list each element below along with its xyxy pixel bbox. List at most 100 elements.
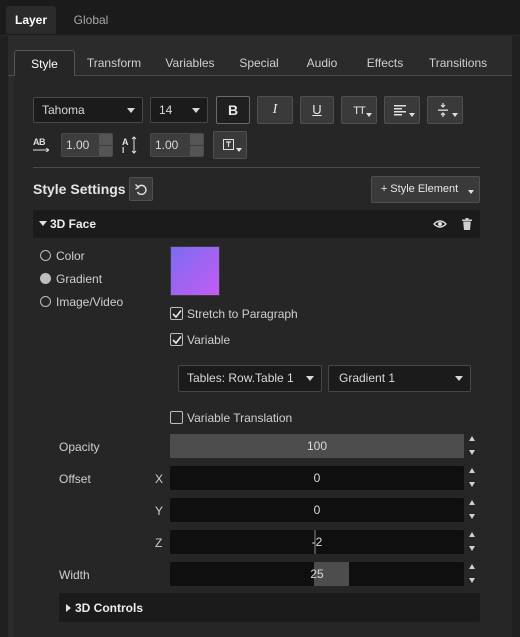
tab-audio[interactable]: Audio — [298, 50, 346, 76]
offset-label: Offset — [59, 472, 91, 486]
stretch-to-paragraph-checkbox[interactable] — [170, 307, 183, 320]
chevron-down-icon — [236, 148, 242, 152]
chevron-down-icon — [409, 113, 415, 117]
width-label: Width — [59, 568, 90, 582]
underline-button[interactable]: U — [300, 96, 334, 124]
arrow-down-icon[interactable] — [469, 450, 475, 455]
offset-y-label: Y — [155, 504, 164, 518]
italic-button[interactable]: I — [257, 96, 293, 124]
text-size-icon: TT — [353, 105, 365, 117]
tab-special[interactable]: Special — [232, 50, 286, 76]
radio-image-video-label: Image/Video — [56, 295, 124, 309]
arrow-up-icon[interactable] — [469, 532, 475, 537]
align-left-icon — [394, 105, 406, 116]
svg-text:I: I — [122, 146, 124, 154]
offset-y-input[interactable]: 0 — [170, 498, 464, 522]
width-value: 25 — [310, 567, 324, 581]
checkmark-icon — [172, 310, 182, 319]
tab-layer[interactable]: Layer — [6, 6, 56, 34]
arrow-up-icon[interactable] — [469, 500, 475, 505]
chevron-down-icon — [468, 190, 474, 194]
opacity-slider[interactable]: 100 — [170, 434, 464, 458]
kerning-icon: AB — [33, 137, 51, 153]
offset-y-value: 0 — [313, 503, 321, 517]
expand-right-icon[interactable] — [66, 604, 71, 612]
gradient-select-dropdown[interactable]: Gradient 1 — [328, 365, 471, 392]
offset-y-spinner[interactable] — [469, 500, 475, 520]
chevron-down-icon — [192, 108, 200, 113]
kerning-decrement[interactable] — [99, 146, 112, 156]
chevron-down-icon — [127, 108, 135, 113]
offset-x-label: X — [155, 472, 164, 486]
leading-decrement[interactable] — [190, 146, 203, 156]
gradient-swatch[interactable] — [170, 246, 220, 296]
checkmark-icon — [172, 336, 182, 345]
reset-style-button[interactable] — [129, 177, 153, 201]
font-size-dropdown[interactable]: 14 — [150, 97, 208, 123]
opacity-spinner[interactable] — [469, 436, 475, 456]
font-family-dropdown[interactable]: Tahoma — [33, 97, 143, 123]
opacity-label: Opacity — [59, 440, 100, 454]
chevron-down-icon — [455, 376, 463, 381]
arrow-down-icon[interactable] — [469, 514, 475, 519]
gradient-select-value: Gradient 1 — [339, 371, 396, 385]
style-settings-title: Style Settings — [33, 181, 126, 197]
chevron-down-icon — [452, 113, 458, 117]
vertical-center-icon — [438, 103, 448, 117]
radio-gradient[interactable] — [40, 273, 51, 284]
kerning-increment[interactable] — [99, 134, 112, 145]
offset-x-spinner[interactable] — [469, 468, 475, 488]
text-box-button[interactable] — [213, 131, 247, 159]
add-style-element-button[interactable]: + Style Element — [371, 176, 480, 203]
tab-style[interactable]: Style — [14, 50, 75, 77]
offset-z-input[interactable]: -2 — [170, 530, 464, 554]
tab-variables[interactable]: Variables — [156, 50, 224, 76]
font-size-value: 14 — [159, 103, 173, 117]
chevron-down-icon — [306, 376, 314, 381]
add-style-element-label: + Style Element — [380, 183, 459, 195]
leading-icon: AI — [122, 136, 137, 154]
width-slider[interactable]: 25 — [170, 562, 464, 586]
tab-transform[interactable]: Transform — [78, 50, 150, 76]
face-section-title: 3D Face — [50, 217, 97, 231]
table-source-value: Tables: Row.Table 1 — [187, 371, 294, 385]
width-spinner[interactable] — [469, 564, 475, 584]
text-box-icon — [223, 139, 234, 150]
trash-icon[interactable] — [462, 218, 472, 230]
chevron-down-icon — [366, 113, 372, 117]
radio-color-label: Color — [56, 249, 85, 263]
variable-checkbox[interactable] — [170, 333, 183, 346]
variable-translation-checkbox[interactable] — [170, 411, 183, 424]
offset-z-value: -2 — [311, 535, 323, 549]
font-family-value: Tahoma — [42, 103, 85, 117]
stretch-to-paragraph-label: Stretch to Paragraph — [187, 307, 298, 321]
arrow-down-icon[interactable] — [469, 482, 475, 487]
face-section-header[interactable] — [33, 210, 480, 238]
radio-image-video[interactable] — [40, 296, 51, 307]
radio-color[interactable] — [40, 250, 51, 261]
arrow-up-icon[interactable] — [469, 468, 475, 473]
offset-x-value: 0 — [313, 471, 321, 485]
tab-effects[interactable]: Effects — [358, 50, 412, 76]
arrow-down-icon[interactable] — [469, 546, 475, 551]
align-button[interactable] — [384, 96, 420, 124]
tab-global[interactable]: Global — [62, 6, 120, 34]
expand-down-icon[interactable] — [39, 221, 47, 226]
arrow-up-icon[interactable] — [469, 564, 475, 569]
offset-x-input[interactable]: 0 — [170, 466, 464, 490]
tab-transitions[interactable]: Transitions — [424, 50, 492, 76]
leading-increment[interactable] — [190, 134, 203, 145]
table-source-dropdown[interactable]: Tables: Row.Table 1 — [178, 365, 322, 392]
arrow-down-icon[interactable] — [469, 578, 475, 583]
variable-translation-label: Variable Translation — [187, 411, 293, 425]
vertical-align-button[interactable] — [427, 96, 463, 124]
arrow-up-icon[interactable] — [469, 436, 475, 441]
text-size-button[interactable]: TT — [341, 96, 377, 124]
undo-icon — [135, 184, 147, 196]
bold-button[interactable]: B — [216, 96, 250, 124]
offset-z-spinner[interactable] — [469, 532, 475, 552]
eye-icon[interactable] — [433, 219, 447, 229]
controls-section-title: 3D Controls — [75, 601, 144, 615]
opacity-value: 100 — [306, 439, 328, 453]
radio-gradient-label: Gradient — [56, 272, 103, 286]
